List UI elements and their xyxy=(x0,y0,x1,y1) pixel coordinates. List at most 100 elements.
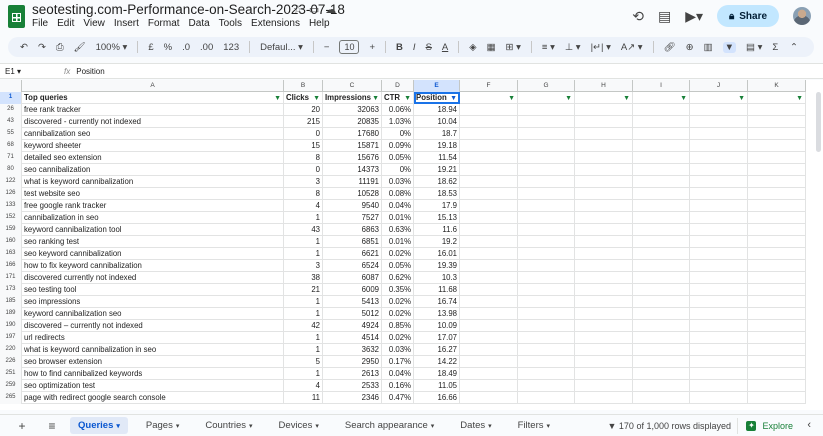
empty-cell[interactable] xyxy=(748,392,806,404)
clicks-cell[interactable]: 8 xyxy=(284,152,323,164)
column-header[interactable]: E xyxy=(414,80,460,92)
header-cell-empty[interactable]: ▼ xyxy=(460,92,518,104)
empty-cell[interactable] xyxy=(633,176,690,188)
empty-cell[interactable] xyxy=(460,260,518,272)
empty-cell[interactable] xyxy=(460,104,518,116)
text-rotate-icon[interactable]: A↗ ▾ xyxy=(621,42,643,53)
name-box[interactable]: E1 ▾ xyxy=(0,67,56,76)
menu-item[interactable]: Extensions xyxy=(251,18,300,29)
empty-cell[interactable] xyxy=(518,164,575,176)
clicks-cell[interactable]: 1 xyxy=(284,344,323,356)
row-number[interactable]: 220 xyxy=(0,344,22,356)
sheet-tab[interactable]: Countries ▾ xyxy=(197,417,260,434)
empty-cell[interactable] xyxy=(575,296,633,308)
clicks-cell[interactable]: 3 xyxy=(284,260,323,272)
clicks-cell[interactable]: 1 xyxy=(284,212,323,224)
empty-cell[interactable] xyxy=(633,392,690,404)
impressions-cell[interactable]: 7527 xyxy=(323,212,382,224)
menu-item[interactable]: Tools xyxy=(219,18,242,29)
sheet-tab[interactable]: Search appearance ▾ xyxy=(337,417,442,434)
row-number[interactable]: 133 xyxy=(0,200,22,212)
ctr-cell[interactable]: 1.03% xyxy=(382,116,414,128)
row-number[interactable]: 71 xyxy=(0,152,22,164)
empty-cell[interactable] xyxy=(633,284,690,296)
impressions-cell[interactable]: 4924 xyxy=(323,320,382,332)
empty-cell[interactable] xyxy=(690,344,748,356)
empty-cell[interactable] xyxy=(575,140,633,152)
row-number[interactable]: 160 xyxy=(0,236,22,248)
chevron-down-icon[interactable]: ▾ xyxy=(315,423,319,430)
empty-cell[interactable] xyxy=(690,224,748,236)
query-cell[interactable]: seo browser extension xyxy=(22,356,284,368)
empty-cell[interactable] xyxy=(518,284,575,296)
empty-cell[interactable] xyxy=(575,260,633,272)
percent-button[interactable]: % xyxy=(164,42,172,53)
empty-cell[interactable] xyxy=(518,368,575,380)
chevron-down-icon[interactable]: ▾ xyxy=(431,423,435,430)
empty-cell[interactable] xyxy=(518,104,575,116)
clicks-cell[interactable]: 8 xyxy=(284,188,323,200)
column-header[interactable]: C xyxy=(323,80,382,92)
collapse-menus-icon[interactable]: ⌃ xyxy=(790,42,798,53)
undo-icon[interactable]: ↶ xyxy=(20,42,28,53)
increase-decimal-button[interactable]: .00 xyxy=(200,42,213,53)
filter-icon[interactable]: ▼ xyxy=(274,93,281,104)
ctr-cell[interactable]: 0.35% xyxy=(382,284,414,296)
column-header[interactable]: A xyxy=(22,80,284,92)
impressions-cell[interactable]: 32063 xyxy=(323,104,382,116)
clicks-cell[interactable]: 21 xyxy=(284,284,323,296)
query-cell[interactable]: seo ranking test xyxy=(22,236,284,248)
font-size-input[interactable]: 10 xyxy=(339,40,360,54)
filter-icon[interactable]: ▼ xyxy=(623,93,630,104)
empty-cell[interactable] xyxy=(518,212,575,224)
ctr-cell[interactable]: 0.17% xyxy=(382,356,414,368)
query-cell[interactable]: what is keyword cannibalization xyxy=(22,176,284,188)
query-cell[interactable]: what is keyword cannibalization in seo xyxy=(22,344,284,356)
vertical-scrollbar[interactable] xyxy=(816,92,821,152)
empty-cell[interactable] xyxy=(460,188,518,200)
empty-cell[interactable] xyxy=(690,356,748,368)
impressions-cell[interactable]: 6524 xyxy=(323,260,382,272)
position-cell[interactable]: 10.09 xyxy=(414,320,460,332)
insert-link-icon[interactable]: 🔗︎ xyxy=(664,42,676,53)
query-cell[interactable]: how to fix keyword cannibalization xyxy=(22,260,284,272)
empty-cell[interactable] xyxy=(690,104,748,116)
position-cell[interactable]: 11.54 xyxy=(414,152,460,164)
empty-cell[interactable] xyxy=(518,392,575,404)
row-number[interactable]: 265 xyxy=(0,392,22,404)
query-cell[interactable]: cannibalization seo xyxy=(22,128,284,140)
query-cell[interactable]: url redirects xyxy=(22,332,284,344)
bold-button[interactable]: B xyxy=(396,42,403,53)
empty-cell[interactable] xyxy=(633,344,690,356)
row-number[interactable]: 1 xyxy=(0,92,22,104)
impressions-cell[interactable]: 2346 xyxy=(323,392,382,404)
position-cell[interactable]: 16.74 xyxy=(414,296,460,308)
empty-cell[interactable] xyxy=(633,200,690,212)
empty-cell[interactable] xyxy=(633,116,690,128)
empty-cell[interactable] xyxy=(748,356,806,368)
clicks-cell[interactable]: 1 xyxy=(284,332,323,344)
empty-cell[interactable] xyxy=(575,128,633,140)
empty-cell[interactable] xyxy=(690,212,748,224)
column-header[interactable]: H xyxy=(575,80,633,92)
empty-cell[interactable] xyxy=(748,296,806,308)
empty-cell[interactable] xyxy=(748,200,806,212)
impressions-cell[interactable]: 6087 xyxy=(323,272,382,284)
menu-item[interactable]: File xyxy=(32,18,48,29)
impressions-cell[interactable]: 2950 xyxy=(323,356,382,368)
chevron-down-icon[interactable]: ▾ xyxy=(116,423,120,430)
menu-item[interactable]: Format xyxy=(148,18,180,29)
empty-cell[interactable] xyxy=(575,116,633,128)
sheet-tab[interactable]: Devices ▾ xyxy=(271,417,327,434)
clicks-cell[interactable]: 42 xyxy=(284,320,323,332)
empty-cell[interactable] xyxy=(633,308,690,320)
empty-cell[interactable] xyxy=(633,332,690,344)
empty-cell[interactable] xyxy=(690,200,748,212)
empty-cell[interactable] xyxy=(575,356,633,368)
empty-cell[interactable] xyxy=(690,284,748,296)
side-panel-collapse-icon[interactable]: ‹ xyxy=(807,419,811,431)
paint-format-icon[interactable]: 🖌︎ xyxy=(74,42,86,53)
empty-cell[interactable] xyxy=(460,116,518,128)
merge-cells-icon[interactable]: ⊞ ▾ xyxy=(506,42,521,53)
header-cell-empty[interactable]: ▼ xyxy=(748,92,806,104)
